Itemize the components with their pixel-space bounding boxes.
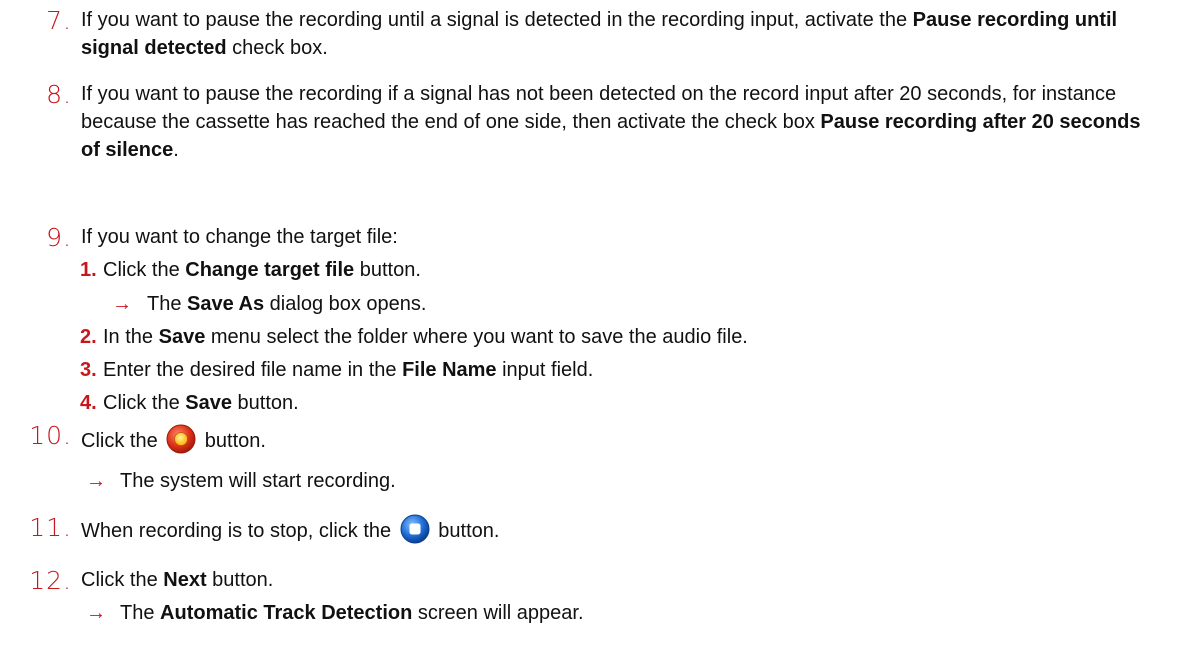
text: button. — [231, 392, 299, 414]
text: Click the — [81, 569, 164, 591]
text: . — [173, 139, 179, 161]
text: button. — [199, 430, 266, 452]
step-number: 12. — [29, 566, 72, 595]
text: If you want to pause the recording until… — [81, 9, 913, 31]
ui-term: Change target file — [185, 259, 355, 281]
ui-term: Save — [158, 326, 206, 348]
arrow-right-icon: → — [86, 470, 106, 492]
substep-text: Click the Change target file button. — [103, 256, 421, 284]
step-number: 10. — [29, 421, 72, 450]
step-text: If you want to pause the recording if a … — [81, 80, 1151, 164]
text: If you want to change the target file: — [81, 226, 398, 248]
result-text: The system will start recording. — [120, 467, 396, 495]
text: check box. — [226, 37, 328, 59]
record-button-icon — [166, 424, 196, 462]
ui-term: Next — [163, 569, 207, 591]
substep-number: 4. — [80, 392, 97, 414]
text: The system will start recording. — [120, 470, 396, 492]
result-text: The Automatic Track Detection screen wil… — [120, 599, 584, 627]
substep-number: 2. — [80, 326, 97, 348]
text: dialog box opens. — [264, 293, 427, 315]
text: menu select the folder where you want to… — [205, 326, 748, 348]
substep-number: 1. — [80, 259, 97, 281]
step-number: 7. — [46, 6, 72, 35]
step-text: If you want to change the target file: — [81, 223, 1151, 251]
ui-term: Save — [185, 392, 232, 414]
ui-term: Save As — [187, 293, 265, 315]
text: Click the — [81, 430, 164, 452]
step-text: Click the Next button. — [81, 566, 1151, 594]
ui-term: Automatic Track Detection — [160, 602, 413, 624]
step-number: 9. — [46, 223, 72, 252]
substep-number: 3. — [80, 359, 97, 381]
substep-text: Click the Save button. — [103, 389, 299, 417]
text: Enter the desired file name in the — [103, 359, 403, 381]
ui-term: File Name — [402, 359, 497, 381]
step-text: When recording is to stop, click the but… — [81, 514, 1151, 552]
text: In the — [103, 326, 159, 348]
text: screen will appear. — [412, 602, 584, 624]
substep-text: Enter the desired file name in the File … — [103, 356, 593, 384]
text: Click the — [103, 259, 186, 281]
text: Click the — [103, 392, 186, 414]
step-number: 8. — [46, 80, 72, 109]
result-text: The Save As dialog box opens. — [147, 290, 426, 318]
text: The — [147, 293, 188, 315]
text: button. — [206, 569, 274, 591]
step-text: Click the button. — [81, 424, 1151, 462]
step-text: If you want to pause the recording until… — [81, 6, 1151, 62]
step-number: 11. — [29, 513, 72, 542]
text: When recording is to stop, click the — [81, 520, 397, 542]
text: input field. — [496, 359, 594, 381]
text: The — [120, 602, 161, 624]
text: button. — [432, 520, 500, 542]
stop-button-icon — [400, 514, 430, 552]
substep-text: In the Save menu select the folder where… — [103, 323, 748, 351]
arrow-right-icon: → — [86, 602, 106, 624]
arrow-right-icon: → — [112, 293, 132, 315]
text: button. — [354, 259, 421, 281]
